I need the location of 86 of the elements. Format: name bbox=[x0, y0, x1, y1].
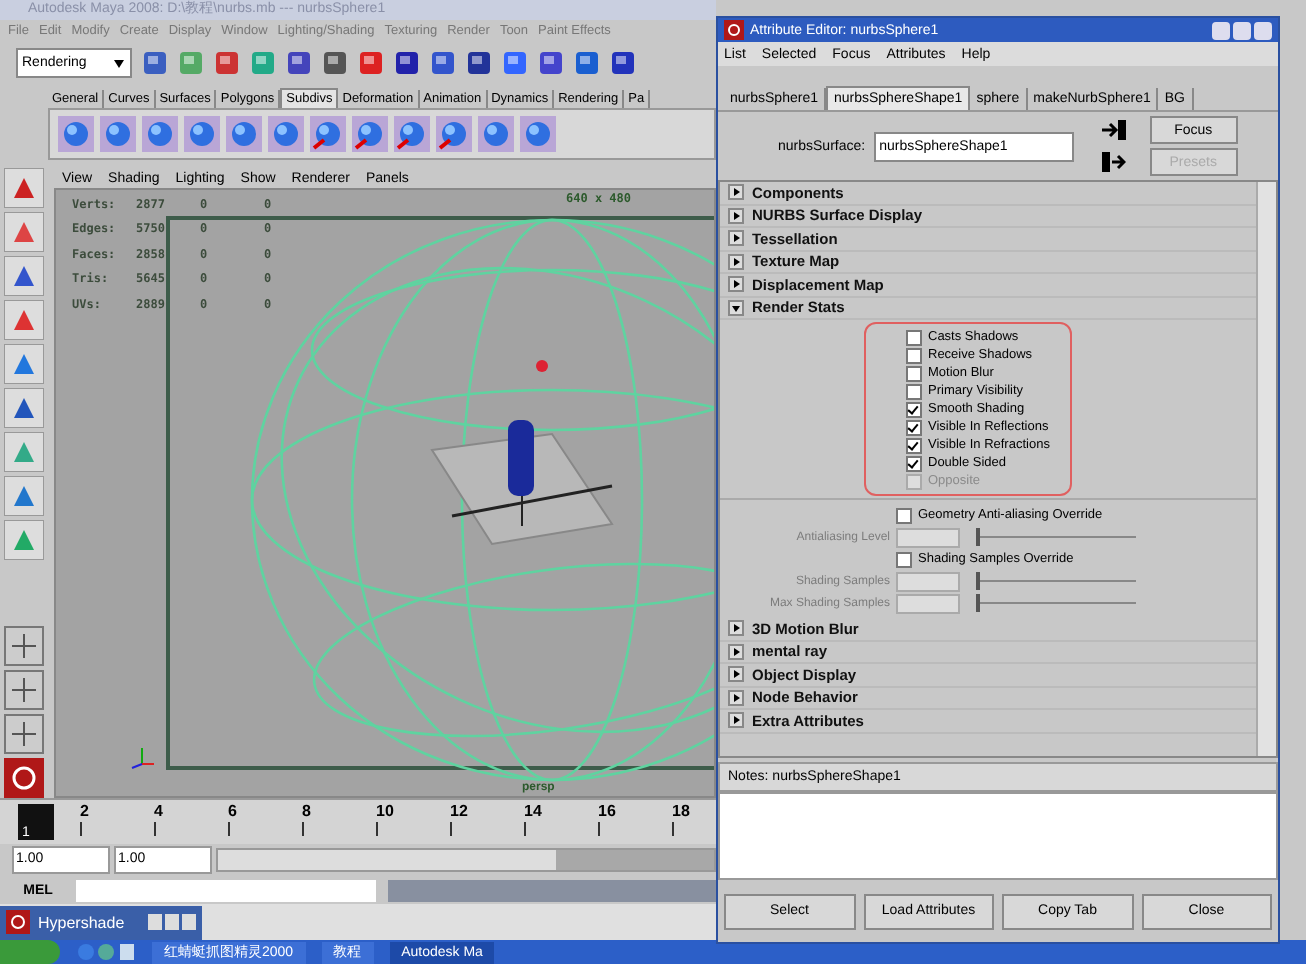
value-field[interactable] bbox=[896, 527, 960, 547]
command-input[interactable] bbox=[76, 879, 376, 901]
expand-toggle[interactable] bbox=[728, 666, 744, 683]
toolbar-tool-icon[interactable] bbox=[574, 49, 600, 75]
toolbar-tool-icon[interactable] bbox=[502, 49, 528, 75]
frame-number: 14 bbox=[524, 802, 542, 820]
tool-icon[interactable] bbox=[4, 212, 44, 252]
toolbar-tool-icon[interactable] bbox=[394, 49, 420, 75]
frame-number: 6 bbox=[228, 802, 237, 820]
frame-number: 4 bbox=[154, 802, 163, 820]
expand-toggle[interactable] bbox=[728, 207, 744, 224]
axis-icon bbox=[131, 747, 155, 769]
checkbox[interactable] bbox=[896, 507, 912, 523]
tool-icon[interactable] bbox=[4, 520, 44, 560]
toolbar-tool-icon[interactable] bbox=[358, 49, 384, 75]
subdiv-tool-icon[interactable] bbox=[310, 116, 346, 152]
expand-toggle[interactable] bbox=[728, 643, 744, 660]
frame-number: 8 bbox=[302, 802, 311, 820]
toolbar-tool-icon[interactable] bbox=[466, 49, 492, 75]
layout-icon[interactable] bbox=[4, 714, 44, 754]
expand-toggle[interactable] bbox=[728, 712, 744, 729]
subdiv-tool-icon[interactable] bbox=[184, 116, 220, 152]
subdiv-tool-icon[interactable] bbox=[352, 116, 388, 152]
maya-logo-icon[interactable] bbox=[4, 758, 44, 798]
layout-icon[interactable] bbox=[4, 626, 44, 666]
frame-number: 18 bbox=[672, 802, 690, 820]
window-controls-icon[interactable] bbox=[1212, 21, 1272, 39]
tool-icon[interactable] bbox=[4, 432, 44, 472]
subdiv-tool-icon[interactable] bbox=[394, 116, 430, 152]
light-icon bbox=[536, 360, 548, 372]
subdiv-tool-icon[interactable] bbox=[226, 116, 262, 152]
expand-toggle[interactable] bbox=[728, 184, 744, 201]
minimized-window-title: Hypershade bbox=[38, 913, 127, 931]
expand-toggle[interactable] bbox=[728, 689, 744, 706]
value-field[interactable] bbox=[896, 571, 960, 591]
minimized-window[interactable]: Hypershade bbox=[0, 905, 202, 939]
toolbar-tool-icon[interactable] bbox=[430, 49, 456, 75]
toolbar-tool-icon[interactable] bbox=[322, 49, 348, 75]
frame-number: 12 bbox=[450, 802, 468, 820]
subdiv-tool-icon[interactable] bbox=[436, 116, 472, 152]
toolbar-tool-icon[interactable] bbox=[610, 49, 636, 75]
maya-logo-icon bbox=[724, 20, 744, 40]
tool-icon[interactable] bbox=[4, 300, 44, 340]
range-slider[interactable] bbox=[218, 850, 556, 870]
subdiv-tool-icon[interactable] bbox=[520, 116, 556, 152]
subdiv-tool-icon[interactable] bbox=[268, 116, 304, 152]
checkbox[interactable] bbox=[896, 551, 912, 567]
tool-icon[interactable] bbox=[4, 388, 44, 428]
frame-number: 2 bbox=[80, 802, 89, 820]
subdiv-tool-icon[interactable] bbox=[58, 116, 94, 152]
expand-toggle[interactable] bbox=[728, 230, 744, 247]
start-button[interactable] bbox=[0, 940, 60, 964]
checkbox[interactable] bbox=[906, 329, 922, 345]
frame-number: 16 bbox=[598, 802, 616, 820]
checkbox[interactable] bbox=[906, 401, 922, 417]
checkbox[interactable] bbox=[906, 347, 922, 363]
toolbar-tool-icon[interactable] bbox=[538, 49, 564, 75]
maya-logo-icon bbox=[6, 910, 30, 934]
expand-toggle[interactable] bbox=[728, 276, 744, 293]
quick-launch-icon[interactable] bbox=[76, 942, 136, 962]
window-controls-icon bbox=[148, 914, 196, 930]
checkbox[interactable] bbox=[906, 419, 922, 435]
tool-icon[interactable] bbox=[4, 256, 44, 296]
subdiv-tool-icon[interactable] bbox=[100, 116, 136, 152]
subdiv-tool-icon[interactable] bbox=[142, 116, 178, 152]
checkbox[interactable] bbox=[906, 383, 922, 399]
toolbar-tool-icon[interactable] bbox=[286, 49, 312, 75]
toolbar-tool-icon[interactable] bbox=[214, 49, 240, 75]
tool-icon[interactable] bbox=[4, 168, 44, 208]
notes-field[interactable] bbox=[718, 792, 1278, 880]
checkbox[interactable] bbox=[906, 365, 922, 381]
expand-toggle[interactable] bbox=[728, 253, 744, 270]
checkbox[interactable] bbox=[906, 455, 922, 471]
load-input-icon[interactable] bbox=[1101, 120, 1126, 140]
figure-drawing bbox=[508, 420, 534, 496]
subdiv-tool-icon[interactable] bbox=[478, 116, 514, 152]
expand-toggle[interactable] bbox=[728, 299, 744, 316]
tool-icon[interactable] bbox=[4, 344, 44, 384]
frame-number: 10 bbox=[376, 802, 394, 820]
expand-toggle[interactable] bbox=[728, 620, 744, 637]
load-output-icon[interactable] bbox=[1101, 152, 1126, 172]
layout-icon[interactable] bbox=[4, 670, 44, 710]
toolbar-tool-icon[interactable] bbox=[142, 49, 168, 75]
checkbox[interactable] bbox=[906, 437, 922, 453]
value-field[interactable] bbox=[896, 593, 960, 613]
tool-icon[interactable] bbox=[4, 476, 44, 516]
